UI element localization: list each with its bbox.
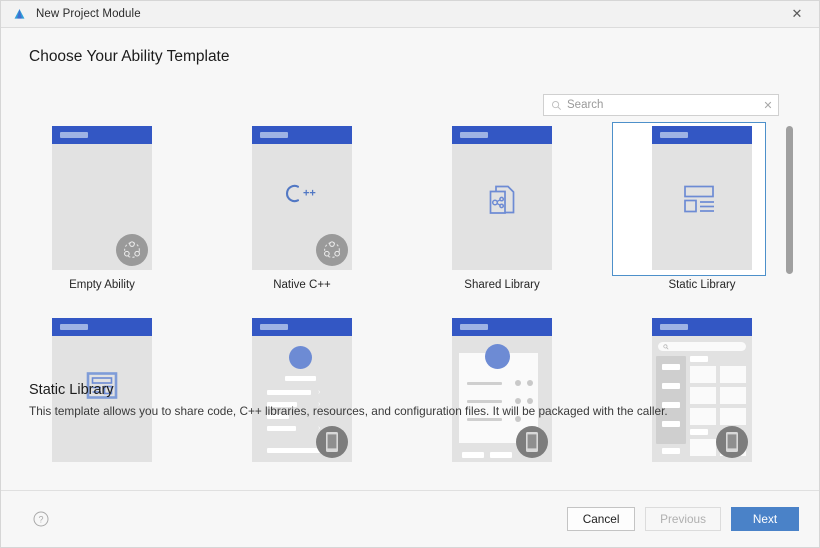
card-title-pill bbox=[260, 324, 288, 330]
mock-line bbox=[267, 448, 320, 453]
card-body bbox=[652, 144, 752, 270]
template-label: Empty Ability bbox=[69, 279, 135, 291]
template-card-native-cpp[interactable]: ++ Native C++ bbox=[222, 126, 382, 291]
title-bar: New Project Module ✕ bbox=[1, 1, 819, 28]
ability-badge-icon bbox=[116, 234, 148, 266]
card-header bbox=[452, 126, 552, 144]
previous-button: Previous bbox=[645, 507, 721, 531]
mock-line bbox=[285, 376, 316, 381]
next-button[interactable]: Next bbox=[731, 507, 799, 531]
template-card-empty-ability[interactable]: Empty Ability bbox=[22, 126, 182, 291]
card-preview: ++ bbox=[252, 126, 352, 270]
card-header bbox=[252, 318, 352, 336]
card-title-pill bbox=[660, 132, 688, 138]
share-document-icon bbox=[487, 184, 517, 221]
card-header bbox=[452, 318, 552, 336]
card-header bbox=[652, 126, 752, 144]
help-circle-icon[interactable]: ? bbox=[33, 511, 49, 527]
card-preview bbox=[452, 126, 552, 270]
description-title: Static Library bbox=[29, 382, 114, 399]
phone-badge-icon bbox=[716, 426, 748, 458]
template-card-static-library[interactable]: Static Library bbox=[612, 122, 782, 291]
mock-line bbox=[662, 448, 680, 454]
cancel-button[interactable]: Cancel bbox=[567, 507, 636, 531]
svg-text:++: ++ bbox=[303, 188, 316, 200]
card-body bbox=[452, 144, 552, 270]
mock-line bbox=[490, 452, 512, 458]
mock-line bbox=[462, 452, 484, 458]
mock-line bbox=[267, 426, 296, 431]
card-title-pill bbox=[460, 132, 488, 138]
cplusplus-icon: ++ bbox=[281, 182, 323, 211]
card-body bbox=[52, 144, 152, 270]
profile-avatar-icon bbox=[485, 344, 510, 369]
card-preview bbox=[52, 126, 152, 270]
search-row: ✕ bbox=[543, 94, 779, 116]
template-label: Shared Library bbox=[464, 279, 540, 291]
card-title-pill bbox=[260, 132, 288, 138]
search-icon bbox=[552, 100, 562, 110]
mock-search-bar bbox=[658, 342, 746, 351]
close-button[interactable]: ✕ bbox=[775, 1, 819, 27]
mock-line bbox=[662, 364, 680, 370]
window-title: New Project Module bbox=[36, 8, 141, 20]
mock-line bbox=[690, 356, 708, 362]
card-title-pill bbox=[60, 132, 88, 138]
card-header bbox=[52, 318, 152, 336]
scrollbar-thumb[interactable] bbox=[786, 126, 793, 274]
search-icon bbox=[663, 344, 669, 350]
svg-text:?: ? bbox=[38, 515, 43, 525]
template-card-shared-library[interactable]: Shared Library bbox=[422, 126, 582, 291]
card-preview bbox=[652, 126, 752, 270]
profile-mock-icon bbox=[289, 346, 312, 369]
ability-badge-icon bbox=[316, 234, 348, 266]
phone-badge-icon bbox=[516, 426, 548, 458]
mock-line bbox=[690, 429, 708, 435]
dialog-footer: ? Cancel Previous Next bbox=[1, 490, 819, 547]
new-project-module-dialog: New Project Module ✕ Choose Your Ability… bbox=[0, 0, 820, 548]
footer-buttons: Cancel Previous Next bbox=[567, 507, 799, 531]
card-title-pill bbox=[60, 324, 88, 330]
search-input[interactable] bbox=[567, 99, 758, 111]
card-body: ++ bbox=[252, 144, 352, 270]
search-box[interactable]: ✕ bbox=[543, 94, 779, 116]
description-text: This template allows you to share code, … bbox=[29, 404, 668, 419]
template-label: Native C++ bbox=[273, 279, 331, 291]
page-title: Choose Your Ability Template bbox=[29, 48, 230, 65]
card-title-pill bbox=[660, 324, 688, 330]
close-icon: ✕ bbox=[791, 6, 803, 21]
list-layout-icon bbox=[683, 185, 721, 220]
mock-tile bbox=[690, 366, 716, 383]
card-header bbox=[652, 318, 752, 336]
search-clear-icon[interactable]: ✕ bbox=[758, 99, 778, 112]
phone-badge-icon bbox=[316, 426, 348, 458]
dialog-content: Choose Your Ability Template ✕ bbox=[1, 28, 819, 490]
card-header bbox=[252, 126, 352, 144]
card-header bbox=[52, 126, 152, 144]
card-title-pill bbox=[460, 324, 488, 330]
mock-line bbox=[662, 421, 680, 427]
mock-tile bbox=[720, 366, 746, 383]
mock-tile bbox=[690, 439, 716, 456]
deveco-logo-icon bbox=[11, 6, 27, 22]
template-label: Static Library bbox=[668, 279, 736, 291]
template-description: Static Library This template allows you … bbox=[29, 382, 791, 420]
